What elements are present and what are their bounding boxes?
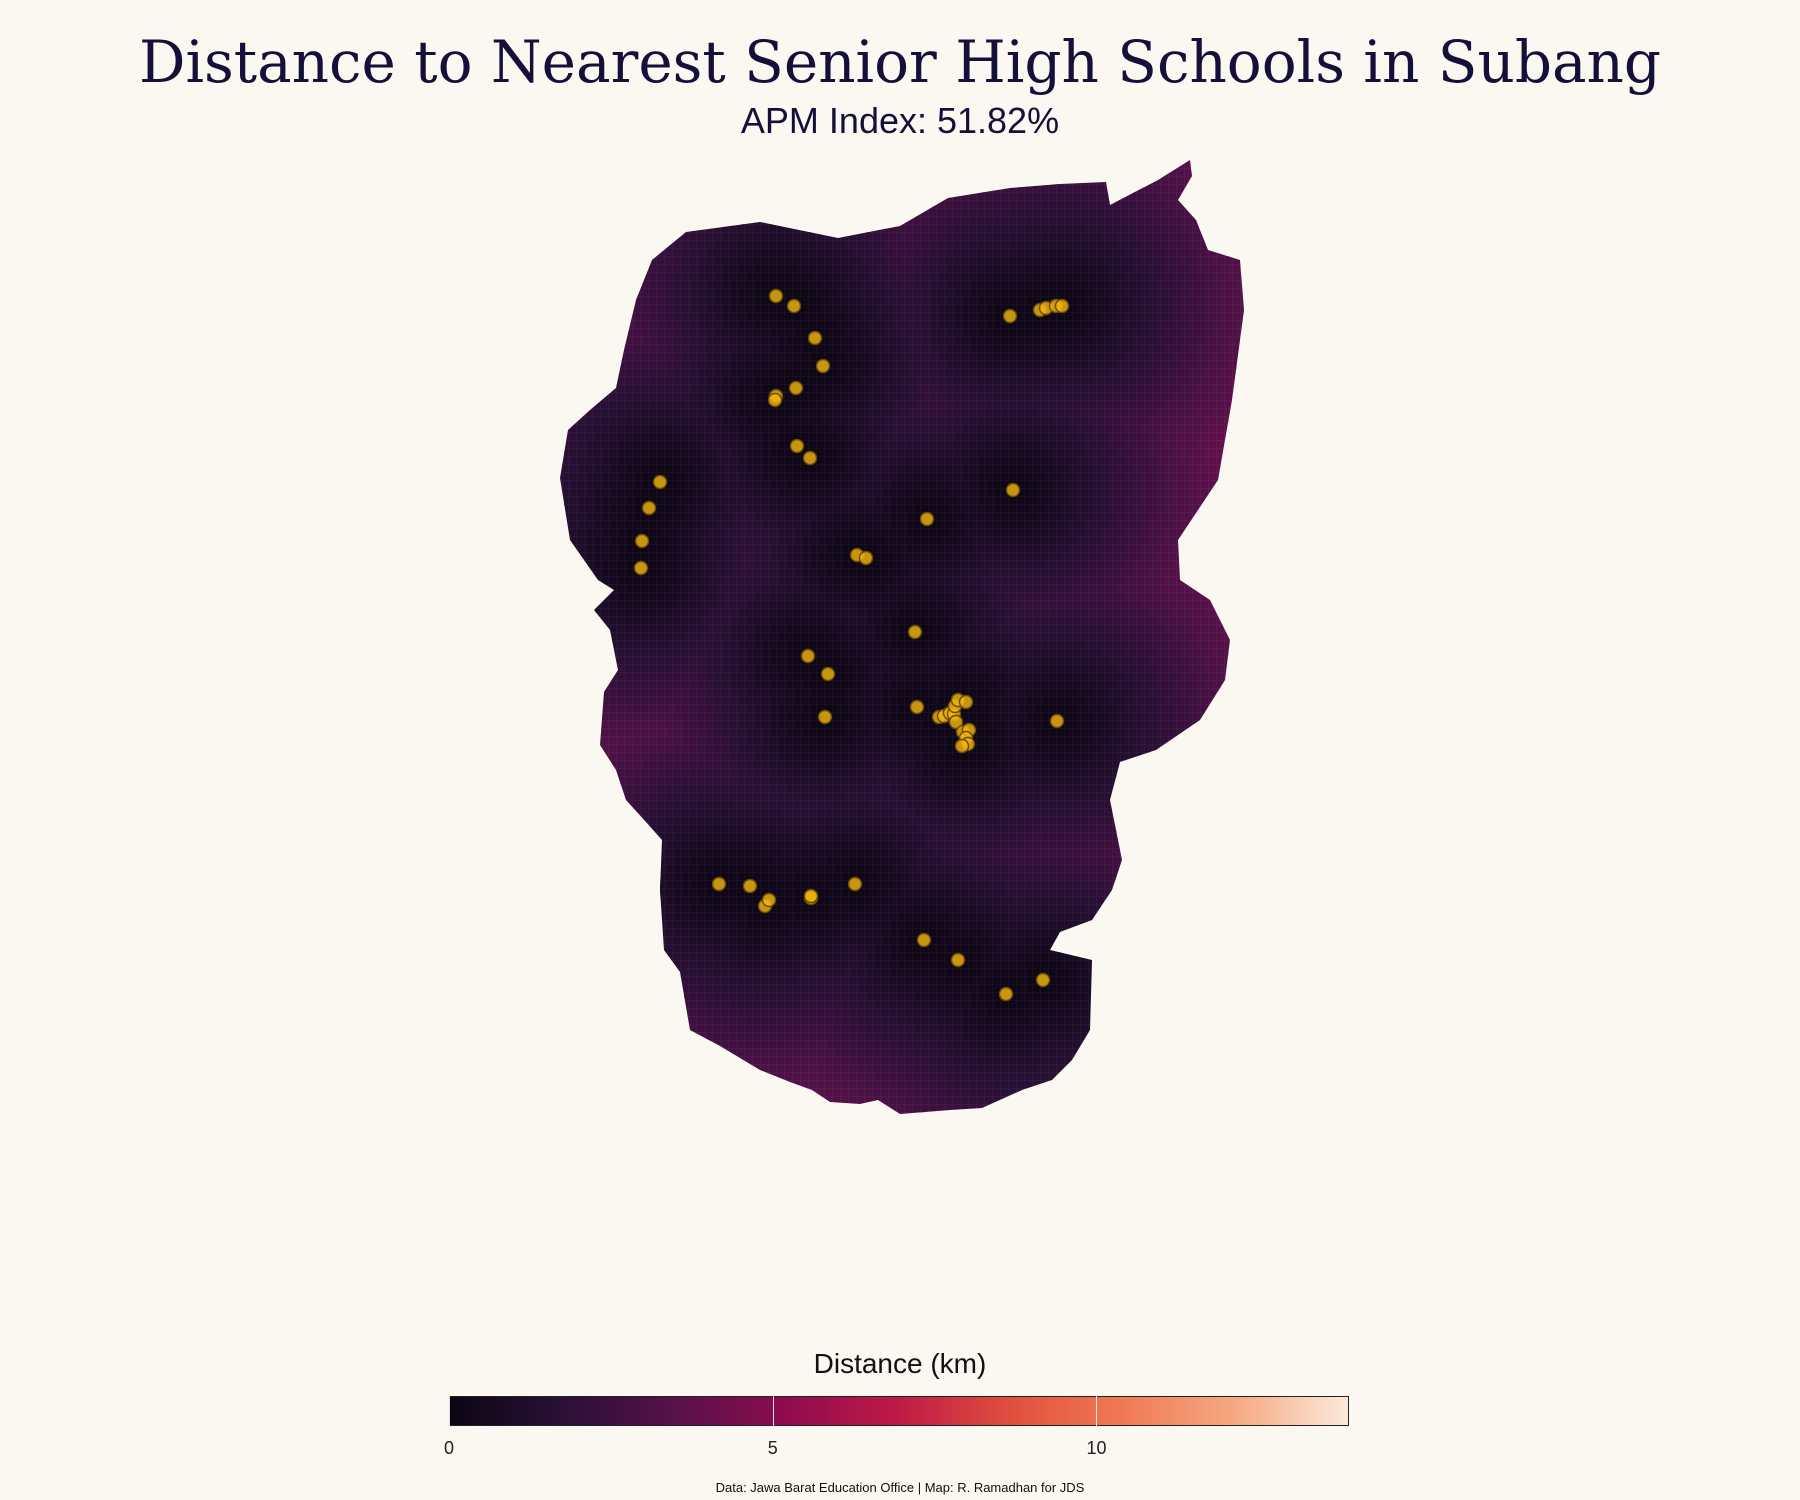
school-marker bbox=[909, 699, 925, 715]
legend-title: Distance (km) bbox=[813, 1348, 987, 1379]
school-marker bbox=[1049, 713, 1065, 729]
school-marker bbox=[1002, 308, 1018, 324]
school-marker bbox=[919, 511, 935, 527]
school-marker bbox=[803, 888, 819, 904]
school-marker bbox=[634, 533, 650, 549]
school-marker bbox=[742, 878, 758, 894]
school-marker bbox=[958, 694, 974, 710]
source-caption: Data: Jawa Barat Education Office | Map:… bbox=[715, 1480, 1085, 1495]
legend-gradient bbox=[449, 1396, 1349, 1426]
school-marker bbox=[998, 986, 1014, 1002]
school-marker bbox=[652, 474, 668, 490]
school-marker bbox=[954, 738, 970, 754]
map-area bbox=[0, 160, 1800, 1290]
school-marker bbox=[858, 550, 874, 566]
map-subtitle: APM Index: 51.82% bbox=[740, 100, 1060, 141]
school-marker bbox=[800, 648, 816, 664]
school-marker bbox=[768, 288, 784, 304]
school-marker bbox=[820, 666, 836, 682]
school-marker bbox=[1054, 298, 1070, 314]
legend-colorbar bbox=[449, 1396, 1349, 1426]
legend-tick-10 bbox=[1096, 1396, 1098, 1426]
school-marker bbox=[789, 438, 805, 454]
school-marker bbox=[788, 380, 804, 396]
distance-map bbox=[560, 160, 1244, 1114]
school-marker bbox=[761, 892, 777, 908]
school-marker bbox=[641, 500, 657, 516]
school-marker bbox=[786, 298, 802, 314]
map-title: Distance to Nearest Senior High Schools … bbox=[138, 28, 1662, 96]
school-marker bbox=[847, 876, 863, 892]
school-marker bbox=[711, 876, 727, 892]
legend-label-5: 5 bbox=[767, 1438, 778, 1458]
school-marker bbox=[802, 450, 818, 466]
school-marker bbox=[916, 932, 932, 948]
legend-tick-5 bbox=[772, 1396, 774, 1426]
school-marker bbox=[950, 952, 966, 968]
school-marker bbox=[807, 330, 823, 346]
legend-tick-0 bbox=[449, 1396, 450, 1426]
school-marker bbox=[907, 624, 923, 640]
school-marker bbox=[815, 358, 831, 374]
legend-label-10: 10 bbox=[1086, 1438, 1107, 1458]
school-marker bbox=[633, 560, 649, 576]
school-marker bbox=[817, 709, 833, 725]
school-marker bbox=[767, 392, 783, 408]
legend-label-0: 0 bbox=[443, 1438, 455, 1458]
school-marker bbox=[1005, 482, 1021, 498]
school-marker bbox=[1035, 972, 1051, 988]
raster-grid bbox=[560, 160, 1244, 1114]
